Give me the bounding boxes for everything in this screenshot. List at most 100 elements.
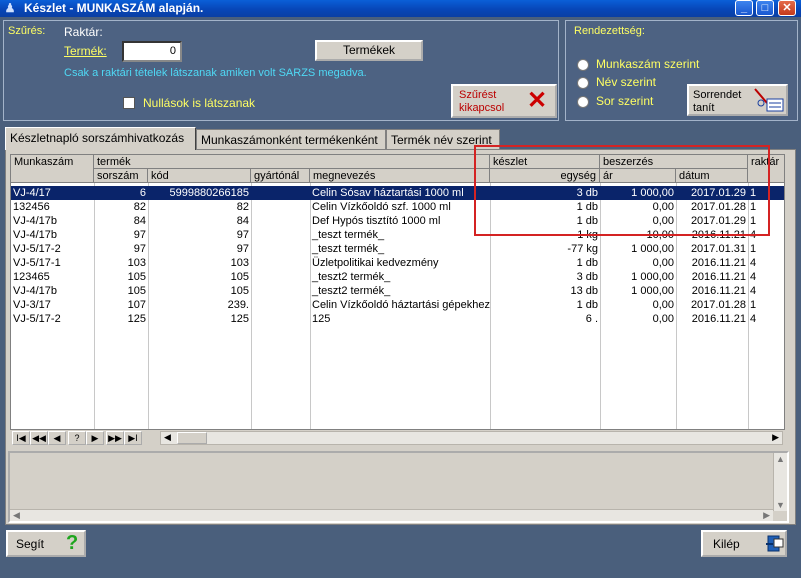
- cell-keszlet[interactable]: 1 db: [490, 256, 600, 270]
- cell-kod[interactable]: 239.: [148, 298, 251, 312]
- cell-raktar[interactable]: 1: [748, 242, 784, 256]
- cell-sorszam[interactable]: 82: [94, 200, 148, 214]
- cell-gyartonal[interactable]: [251, 298, 310, 312]
- cell-munkaszam[interactable]: VJ-5/17-1: [11, 256, 94, 270]
- cell-ar[interactable]: 1 000,00: [600, 270, 676, 284]
- cell-sorszam[interactable]: 103: [94, 256, 148, 270]
- cell-sorszam[interactable]: 105: [94, 270, 148, 284]
- cell-gyartonal[interactable]: [251, 186, 310, 200]
- grid-horizontal-scrollbar[interactable]: ◀ ▶: [160, 431, 783, 445]
- cell-keszlet[interactable]: 3 db: [490, 270, 600, 284]
- cell-datum[interactable]: 2016.11.21: [676, 270, 748, 284]
- cell-megnevezes[interactable]: Celin Sósav háztartási 1000 ml: [310, 186, 490, 200]
- memo-area[interactable]: ▲ ▼ ◀ ▶: [8, 451, 789, 523]
- cell-munkaszam[interactable]: VJ-5/17-2: [11, 312, 94, 326]
- header-kod[interactable]: kód: [148, 169, 251, 183]
- cell-ar[interactable]: 0,00: [600, 298, 676, 312]
- cell-gyartonal[interactable]: [251, 312, 310, 326]
- cell-ar[interactable]: 0,00: [600, 256, 676, 270]
- table-row[interactable]: VJ-4/17b 105 105 _teszt2 termék_ 13 db 1 000,…: [11, 284, 784, 298]
- cell-munkaszam[interactable]: VJ-5/17-2: [11, 242, 94, 256]
- cell-megnevezes[interactable]: _teszt termék_: [310, 228, 490, 242]
- cell-kod[interactable]: 97: [148, 228, 251, 242]
- show-zero-checkbox[interactable]: [123, 97, 135, 109]
- cell-sorszam[interactable]: 97: [94, 242, 148, 256]
- table-row[interactable]: 123465 105 105 _teszt2 termék_ 3 db 1 000,00 2…: [11, 270, 784, 284]
- cell-megnevezes[interactable]: Üzletpolitikai kedvezmény: [310, 256, 490, 270]
- cell-megnevezes[interactable]: Celin Vízkőoldó háztartási gépekhez: [310, 298, 490, 312]
- sort-radio-sor[interactable]: [577, 96, 589, 108]
- cell-kod[interactable]: 105: [148, 270, 251, 284]
- cell-megnevezes[interactable]: Celin Vízkőoldó szf. 1000 ml: [310, 200, 490, 214]
- sort-radio-nev[interactable]: [577, 77, 589, 89]
- cell-kod[interactable]: 97: [148, 242, 251, 256]
- cell-megnevezes[interactable]: _teszt termék_: [310, 242, 490, 256]
- cell-munkaszam[interactable]: VJ-4/17b: [11, 228, 94, 242]
- cell-munkaszam[interactable]: VJ-3/17: [11, 298, 94, 312]
- nav-next-page-button[interactable]: ▶▶: [106, 431, 124, 445]
- memo-scroll-down-icon[interactable]: ▼: [776, 500, 785, 510]
- cell-raktar[interactable]: 4: [748, 284, 784, 298]
- cell-gyartonal[interactable]: [251, 242, 310, 256]
- help-button[interactable]: Segít ?: [6, 530, 86, 557]
- exit-button[interactable]: Kilép: [701, 530, 787, 557]
- cell-datum[interactable]: 2016.11.21: [676, 256, 748, 270]
- cell-ar[interactable]: 0,00: [600, 312, 676, 326]
- cell-munkaszam[interactable]: 123465: [11, 270, 94, 284]
- header-termek[interactable]: termék: [94, 155, 490, 169]
- cell-raktar[interactable]: 4: [748, 312, 784, 326]
- cell-sorszam[interactable]: 84: [94, 214, 148, 228]
- cell-sorszam[interactable]: 105: [94, 284, 148, 298]
- table-row[interactable]: VJ-5/17-1 103 103 Üzletpolitikai kedvezmény…: [11, 256, 784, 270]
- cell-sorszam[interactable]: 125: [94, 312, 148, 326]
- cell-keszlet[interactable]: -77 kg: [490, 242, 600, 256]
- cell-raktar[interactable]: 4: [748, 256, 784, 270]
- cell-sorszam[interactable]: 97: [94, 228, 148, 242]
- header-munkaszam[interactable]: Munkaszám: [11, 155, 94, 183]
- cell-munkaszam[interactable]: VJ-4/17: [11, 186, 94, 200]
- cell-ar[interactable]: 1 000,00: [600, 242, 676, 256]
- disable-filter-button[interactable]: Szűrést kikapcsol ✕: [451, 84, 557, 118]
- cell-gyartonal[interactable]: [251, 284, 310, 298]
- cell-keszlet[interactable]: 13 db: [490, 284, 600, 298]
- memo-horizontal-scrollbar[interactable]: ◀ ▶: [10, 509, 773, 521]
- cell-kod[interactable]: 105: [148, 284, 251, 298]
- cell-raktar[interactable]: 4: [748, 270, 784, 284]
- cell-kod[interactable]: 125: [148, 312, 251, 326]
- cell-kod[interactable]: 103: [148, 256, 251, 270]
- header-sorszam[interactable]: sorszám: [94, 169, 148, 183]
- cell-sorszam[interactable]: 6: [94, 186, 148, 200]
- cell-raktar[interactable]: 1: [748, 298, 784, 312]
- cell-datum[interactable]: 2016.11.21: [676, 312, 748, 326]
- memo-scroll-left-icon[interactable]: ◀: [13, 510, 20, 521]
- cell-megnevezes[interactable]: Def Hypós tisztító 1000 ml: [310, 214, 490, 228]
- products-button[interactable]: Termékek: [315, 40, 423, 61]
- header-megnevezes[interactable]: megnevezés: [310, 169, 490, 183]
- nav-next-button[interactable]: ▶: [86, 431, 104, 445]
- cell-gyartonal[interactable]: [251, 228, 310, 242]
- cell-sorszam[interactable]: 107: [94, 298, 148, 312]
- cell-datum[interactable]: 2017.01.31: [676, 242, 748, 256]
- table-row[interactable]: VJ-5/17-2 97 97 _teszt termék_ -77 kg 1 000,0…: [11, 242, 784, 256]
- scroll-right-arrow-icon[interactable]: ▶: [772, 432, 779, 443]
- nav-help-button[interactable]: ?: [68, 431, 86, 445]
- cell-megnevezes[interactable]: 125: [310, 312, 490, 326]
- header-gyartonal[interactable]: gyártónál: [251, 169, 310, 183]
- memo-scroll-right-icon[interactable]: ▶: [763, 510, 770, 521]
- cell-munkaszam[interactable]: 132456: [11, 200, 94, 214]
- cell-datum[interactable]: 2016.11.21: [676, 284, 748, 298]
- nav-prev-button[interactable]: ◀: [48, 431, 66, 445]
- tab-munkaszamonkent[interactable]: Munkaszámonként termékenként: [196, 129, 386, 149]
- table-row[interactable]: VJ-3/17 107 239. Celin Vízkőoldó háztartási…: [11, 298, 784, 312]
- cell-munkaszam[interactable]: VJ-4/17b: [11, 214, 94, 228]
- tab-keszletnaplo[interactable]: Készletnapló sorszámhivatkozás: [5, 127, 196, 150]
- cell-kod[interactable]: 82: [148, 200, 251, 214]
- cell-munkaszam[interactable]: VJ-4/17b: [11, 284, 94, 298]
- cell-gyartonal[interactable]: [251, 214, 310, 228]
- cell-gyartonal[interactable]: [251, 200, 310, 214]
- table-row[interactable]: VJ-5/17-2 125 125 125 6 . 0,00 2016.11.21 4: [11, 312, 784, 326]
- cell-keszlet[interactable]: 6 .: [490, 312, 600, 326]
- cell-gyartonal[interactable]: [251, 256, 310, 270]
- nav-first-button[interactable]: I◀: [12, 431, 30, 445]
- cell-ar[interactable]: 1 000,00: [600, 284, 676, 298]
